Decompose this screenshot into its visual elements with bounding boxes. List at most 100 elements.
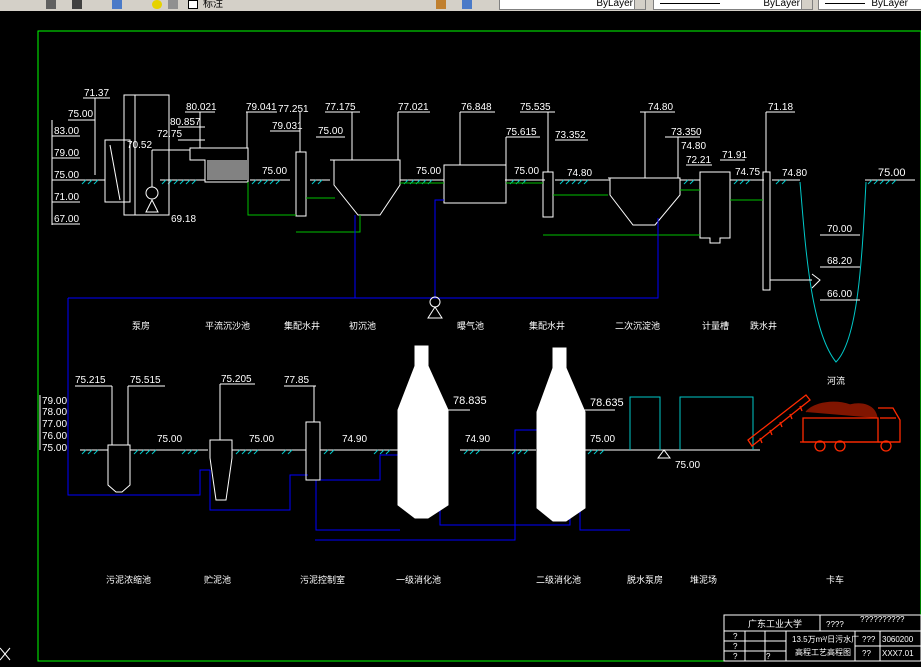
digester1-level-1: 78.835 [453,395,487,407]
aeration-level-2: 75.00 [416,166,441,177]
title-mark: ? [733,632,738,641]
layer-name[interactable]: 标注 [203,0,223,10]
label-digester2: 二级消化池 [536,574,581,585]
lock-icon[interactable] [168,0,178,9]
lineweight-combo[interactable]: ByLayer [653,0,813,10]
meter-level-3: 74.75 [735,167,760,178]
label-secondary-clarifier: 二次沉淀池 [615,320,660,331]
secondary-level-1: 74.80 [648,102,673,113]
label-outfall-well: 跌水井 [750,320,777,331]
outfall-level-2: 74.80 [782,168,807,179]
scale-label: 79.00 [54,148,79,159]
control-level-1: 77.85 [284,375,309,386]
label-river: 河流 [827,375,845,386]
title-code: 3060200 [882,635,914,644]
label-distribution-well: 集配水井 [284,320,320,331]
scale2-label: 77.00 [42,419,67,430]
label-thickener: 污泥浓缩池 [106,574,151,585]
label-cake-yard: 堆泥场 [690,575,717,585]
lineweight-value: ByLayer [763,0,800,9]
primary-level-1: 77.175 [325,102,356,113]
label-truck: 卡车 [826,574,844,585]
title-mark: ? [733,642,738,651]
elevation-drawing[interactable]: 83.00 79.00 75.00 71.00 67.00 71.37 75.0… [0,11,921,667]
river-level-1: 70.00 [827,224,852,235]
scale-label: 75.00 [54,170,79,181]
linetype-value: ByLayer [596,0,633,9]
title-school: 广东工业大学 [748,618,802,629]
meter-level-2: 71.91 [722,150,747,161]
label-digester1: 一级消化池 [396,574,441,585]
title-code: ??? [862,635,876,644]
title-code: ?? [862,649,871,658]
storage-level-2: 75.00 [249,434,274,445]
digester2-level-2: 75.00 [590,434,615,445]
label-control-room: 污泥控制室 [300,574,345,585]
scale2-label: 75.00 [42,443,67,454]
control-level-2: 74.90 [342,434,367,445]
well-level-1: 79.041 [246,102,277,113]
well-level-3: 79.031 [272,121,303,132]
meter-level-1: 72.21 [686,155,711,166]
label-pump-house: 泵房 [132,320,150,331]
title-code: ???? [826,620,844,629]
aeration-level-3: 76.848 [461,102,492,113]
secondary-level-2: 74.80 [567,168,592,179]
color-value: ByLayer [871,0,908,9]
scale-label: 83.00 [54,126,79,137]
scale-label: 71.00 [54,192,79,203]
well-level-2: 77.251 [278,104,309,115]
secondary-level-4: 74.80 [681,141,706,152]
label-dewatering: 脱水泵房 [627,574,663,585]
digester1-level-2: 74.90 [465,434,490,445]
pump-level-inner: 70.52 [127,140,152,151]
thickener-level-2: 75.515 [130,375,161,386]
digester2-level-1: 78.635 [590,397,624,409]
grit-level-mid: 80.857 [170,117,201,128]
color-combo[interactable]: ByLayer [818,0,921,10]
secondary-level-3: 73.350 [671,127,702,138]
well-level-4: 75.00 [262,166,287,177]
river-level-2: 68.20 [827,256,852,267]
scale2-label: 76.00 [42,431,67,442]
pump-level-top: 71.37 [84,88,109,99]
linetype-combo[interactable]: ByLayer [499,0,646,10]
sand-hatch [207,160,247,180]
well2-level-2: 75.615 [506,127,537,138]
thickener-level-1: 75.215 [75,375,106,386]
title-mark: ? [766,652,771,661]
well2-level-4: 73.352 [555,130,586,141]
layer-state-icon[interactable] [72,0,82,9]
scale2-label: 79.00 [42,396,67,407]
scale2-label: 78.00 [42,407,67,418]
title-code: XXX7.01 [882,649,914,658]
layer-previous-icon[interactable] [462,0,472,9]
aeration-level-1: 77.021 [398,102,429,113]
storage-level-1: 75.205 [221,374,252,385]
title-drawing: 高程工艺高程图 [795,647,851,657]
bulb-icon[interactable] [152,0,162,9]
scale-label: 67.00 [54,214,79,225]
title-project: 13.5万m³/日污水厂 [792,634,859,644]
chevron-down-icon[interactable] [634,0,645,9]
title-mark: ? [733,652,738,661]
grit-level-low: 72.75 [157,129,182,140]
layer-manager-icon[interactable] [46,0,56,9]
outfall-level-1: 71.18 [768,102,793,113]
river-level-3: 66.00 [827,289,852,300]
grit-level-top: 80.021 [186,102,217,113]
well2-level-1: 75.535 [520,102,551,113]
title-code: ?????????? [860,615,905,624]
label-distribution-well-2: 集配水井 [529,320,565,331]
label-primary-clarifier: 初沉池 [349,320,376,331]
pump-level-water: 75.00 [68,109,93,120]
layers-icon[interactable] [112,0,122,9]
make-current-icon[interactable] [436,0,446,9]
river-level-top: 75.00 [878,167,906,179]
label-aeration-tank: 曝气池 [457,320,484,331]
thickener-level-3: 75.00 [157,434,182,445]
label-storage: 贮泥池 [204,574,231,585]
pump-house-level: 75.00 [675,460,700,471]
chevron-down-icon[interactable] [801,0,812,9]
label-metering-flume: 计量槽 [702,320,729,331]
